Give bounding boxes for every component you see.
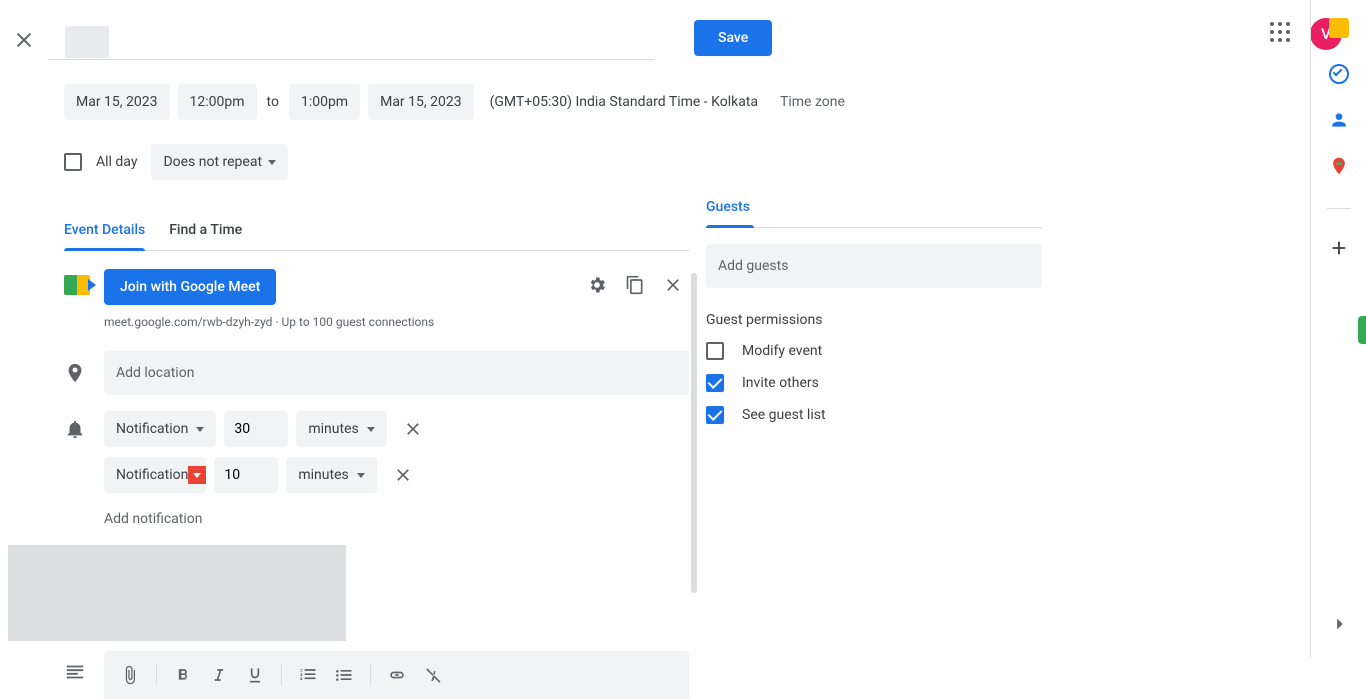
timezone-button[interactable]: Time zone bbox=[780, 94, 845, 110]
chevron-down-icon bbox=[367, 427, 375, 432]
maps-icon[interactable] bbox=[1329, 156, 1349, 176]
collapse-panel-icon[interactable] bbox=[1328, 613, 1350, 639]
side-panel-tab bbox=[1358, 316, 1366, 344]
join-meet-button[interactable]: Join with Google Meet bbox=[104, 269, 276, 305]
timezone-label: (GMT+05:30) India Standard Time - Kolkat… bbox=[490, 94, 758, 110]
location-icon bbox=[64, 362, 86, 384]
add-notification-button[interactable]: Add notification bbox=[104, 511, 689, 527]
bulleted-list-icon[interactable] bbox=[328, 659, 360, 691]
location-input[interactable] bbox=[104, 351, 689, 395]
italic-icon[interactable] bbox=[203, 659, 235, 691]
description-toolbar bbox=[104, 651, 689, 699]
add-addon-icon[interactable] bbox=[1328, 237, 1350, 263]
end-date-chip[interactable]: Mar 15, 2023 bbox=[368, 84, 474, 120]
recurrence-select[interactable]: Does not repeat bbox=[151, 144, 288, 180]
notification-type-label: Notification bbox=[116, 421, 188, 437]
divider bbox=[1327, 208, 1351, 209]
link-icon[interactable] bbox=[381, 659, 413, 691]
perm-modify-event: Modify event bbox=[706, 342, 1042, 360]
notification-value-input-1[interactable] bbox=[224, 411, 288, 447]
meet-row: Join with Google Meet meet.google.com/rw… bbox=[64, 269, 689, 329]
start-time-chip[interactable]: 12:00pm bbox=[178, 84, 257, 120]
allday-checkbox[interactable] bbox=[64, 153, 82, 171]
start-date-chip[interactable]: Mar 15, 2023 bbox=[64, 84, 170, 120]
notification-value-input-2[interactable] bbox=[214, 457, 278, 493]
chevron-down-icon bbox=[268, 160, 276, 165]
remove-notification-1[interactable] bbox=[395, 411, 431, 447]
meet-subtext: meet.google.com/rwb-dzyh-zyd · Up to 100… bbox=[104, 315, 689, 329]
description-icon bbox=[64, 661, 86, 683]
separator bbox=[156, 664, 157, 686]
guests-pane: Guests Guest permissions Modify event In… bbox=[706, 196, 1042, 424]
tab-guests[interactable]: Guests bbox=[706, 199, 750, 227]
bold-icon[interactable] bbox=[167, 659, 199, 691]
allday-label: All day bbox=[96, 154, 137, 170]
end-time-chip[interactable]: 1:00pm bbox=[289, 84, 360, 120]
notification-unit-label: minutes bbox=[308, 421, 358, 437]
perm-invite-others: Invite others bbox=[706, 374, 1042, 392]
chevron-down-icon bbox=[196, 427, 204, 432]
notification-unit-label: minutes bbox=[298, 467, 348, 483]
detail-tabs: Event Details Find a Time bbox=[64, 222, 689, 251]
tasks-icon[interactable] bbox=[1329, 64, 1349, 84]
date-time-row: Mar 15, 2023 12:00pm to 1:00pm Mar 15, 2… bbox=[64, 84, 1044, 120]
notification-type-label: Notification bbox=[116, 467, 188, 483]
contacts-icon[interactable] bbox=[1329, 110, 1349, 130]
remove-notification-2[interactable] bbox=[385, 457, 421, 493]
close-icon[interactable] bbox=[0, 20, 48, 60]
perm-modify-checkbox[interactable] bbox=[706, 342, 724, 360]
perm-modify-label: Modify event bbox=[742, 343, 822, 359]
notification-unit-select-2[interactable]: minutes bbox=[286, 457, 376, 493]
description-row bbox=[64, 651, 689, 699]
keep-icon[interactable] bbox=[1329, 18, 1349, 38]
title-placeholder-block bbox=[65, 26, 109, 58]
clear-formatting-icon[interactable] bbox=[417, 659, 449, 691]
details-body: Join with Google Meet meet.google.com/rw… bbox=[64, 269, 689, 699]
add-guests-input[interactable] bbox=[706, 244, 1042, 288]
notification-type-select-2[interactable]: Notification bbox=[104, 457, 206, 493]
header: Save bbox=[0, 0, 1366, 68]
remove-meet-icon[interactable] bbox=[663, 275, 683, 299]
perm-invite-checkbox[interactable] bbox=[706, 374, 724, 392]
notification-type-select-1[interactable]: Notification bbox=[104, 411, 216, 447]
redacted-block bbox=[8, 545, 346, 641]
underline-icon[interactable] bbox=[239, 659, 271, 691]
perm-seelist-label: See guest list bbox=[742, 407, 826, 423]
perm-see-guest-list: See guest list bbox=[706, 406, 1042, 424]
tab-event-details[interactable]: Event Details bbox=[64, 222, 145, 250]
perm-seelist-checkbox[interactable] bbox=[706, 406, 724, 424]
perm-invite-label: Invite others bbox=[742, 375, 819, 391]
event-title-input[interactable] bbox=[48, 20, 654, 60]
save-button[interactable]: Save bbox=[694, 20, 772, 56]
bell-icon bbox=[64, 418, 86, 440]
google-meet-icon bbox=[64, 275, 90, 295]
scrollbar[interactable] bbox=[691, 273, 697, 593]
allday-row: All day Does not repeat bbox=[64, 144, 1044, 180]
recurrence-label: Does not repeat bbox=[163, 154, 262, 170]
meet-settings-icon[interactable] bbox=[587, 275, 607, 299]
attach-icon[interactable] bbox=[114, 659, 146, 691]
notification-type-dropdown-highlight[interactable] bbox=[188, 466, 206, 484]
separator bbox=[370, 664, 371, 686]
chevron-down-icon bbox=[357, 473, 365, 478]
copy-meet-link-icon[interactable] bbox=[625, 275, 645, 299]
separator bbox=[281, 664, 282, 686]
tab-find-time[interactable]: Find a Time bbox=[169, 222, 242, 250]
location-row bbox=[64, 351, 689, 395]
notification-row-2: Notification minutes bbox=[64, 457, 689, 493]
numbered-list-icon[interactable] bbox=[292, 659, 324, 691]
notification-row-1: Notification minutes bbox=[64, 411, 689, 447]
guest-permissions-title: Guest permissions bbox=[706, 312, 1042, 328]
notification-unit-select-1[interactable]: minutes bbox=[296, 411, 386, 447]
to-label: to bbox=[265, 94, 281, 110]
apps-launcher-icon[interactable] bbox=[1270, 22, 1294, 46]
